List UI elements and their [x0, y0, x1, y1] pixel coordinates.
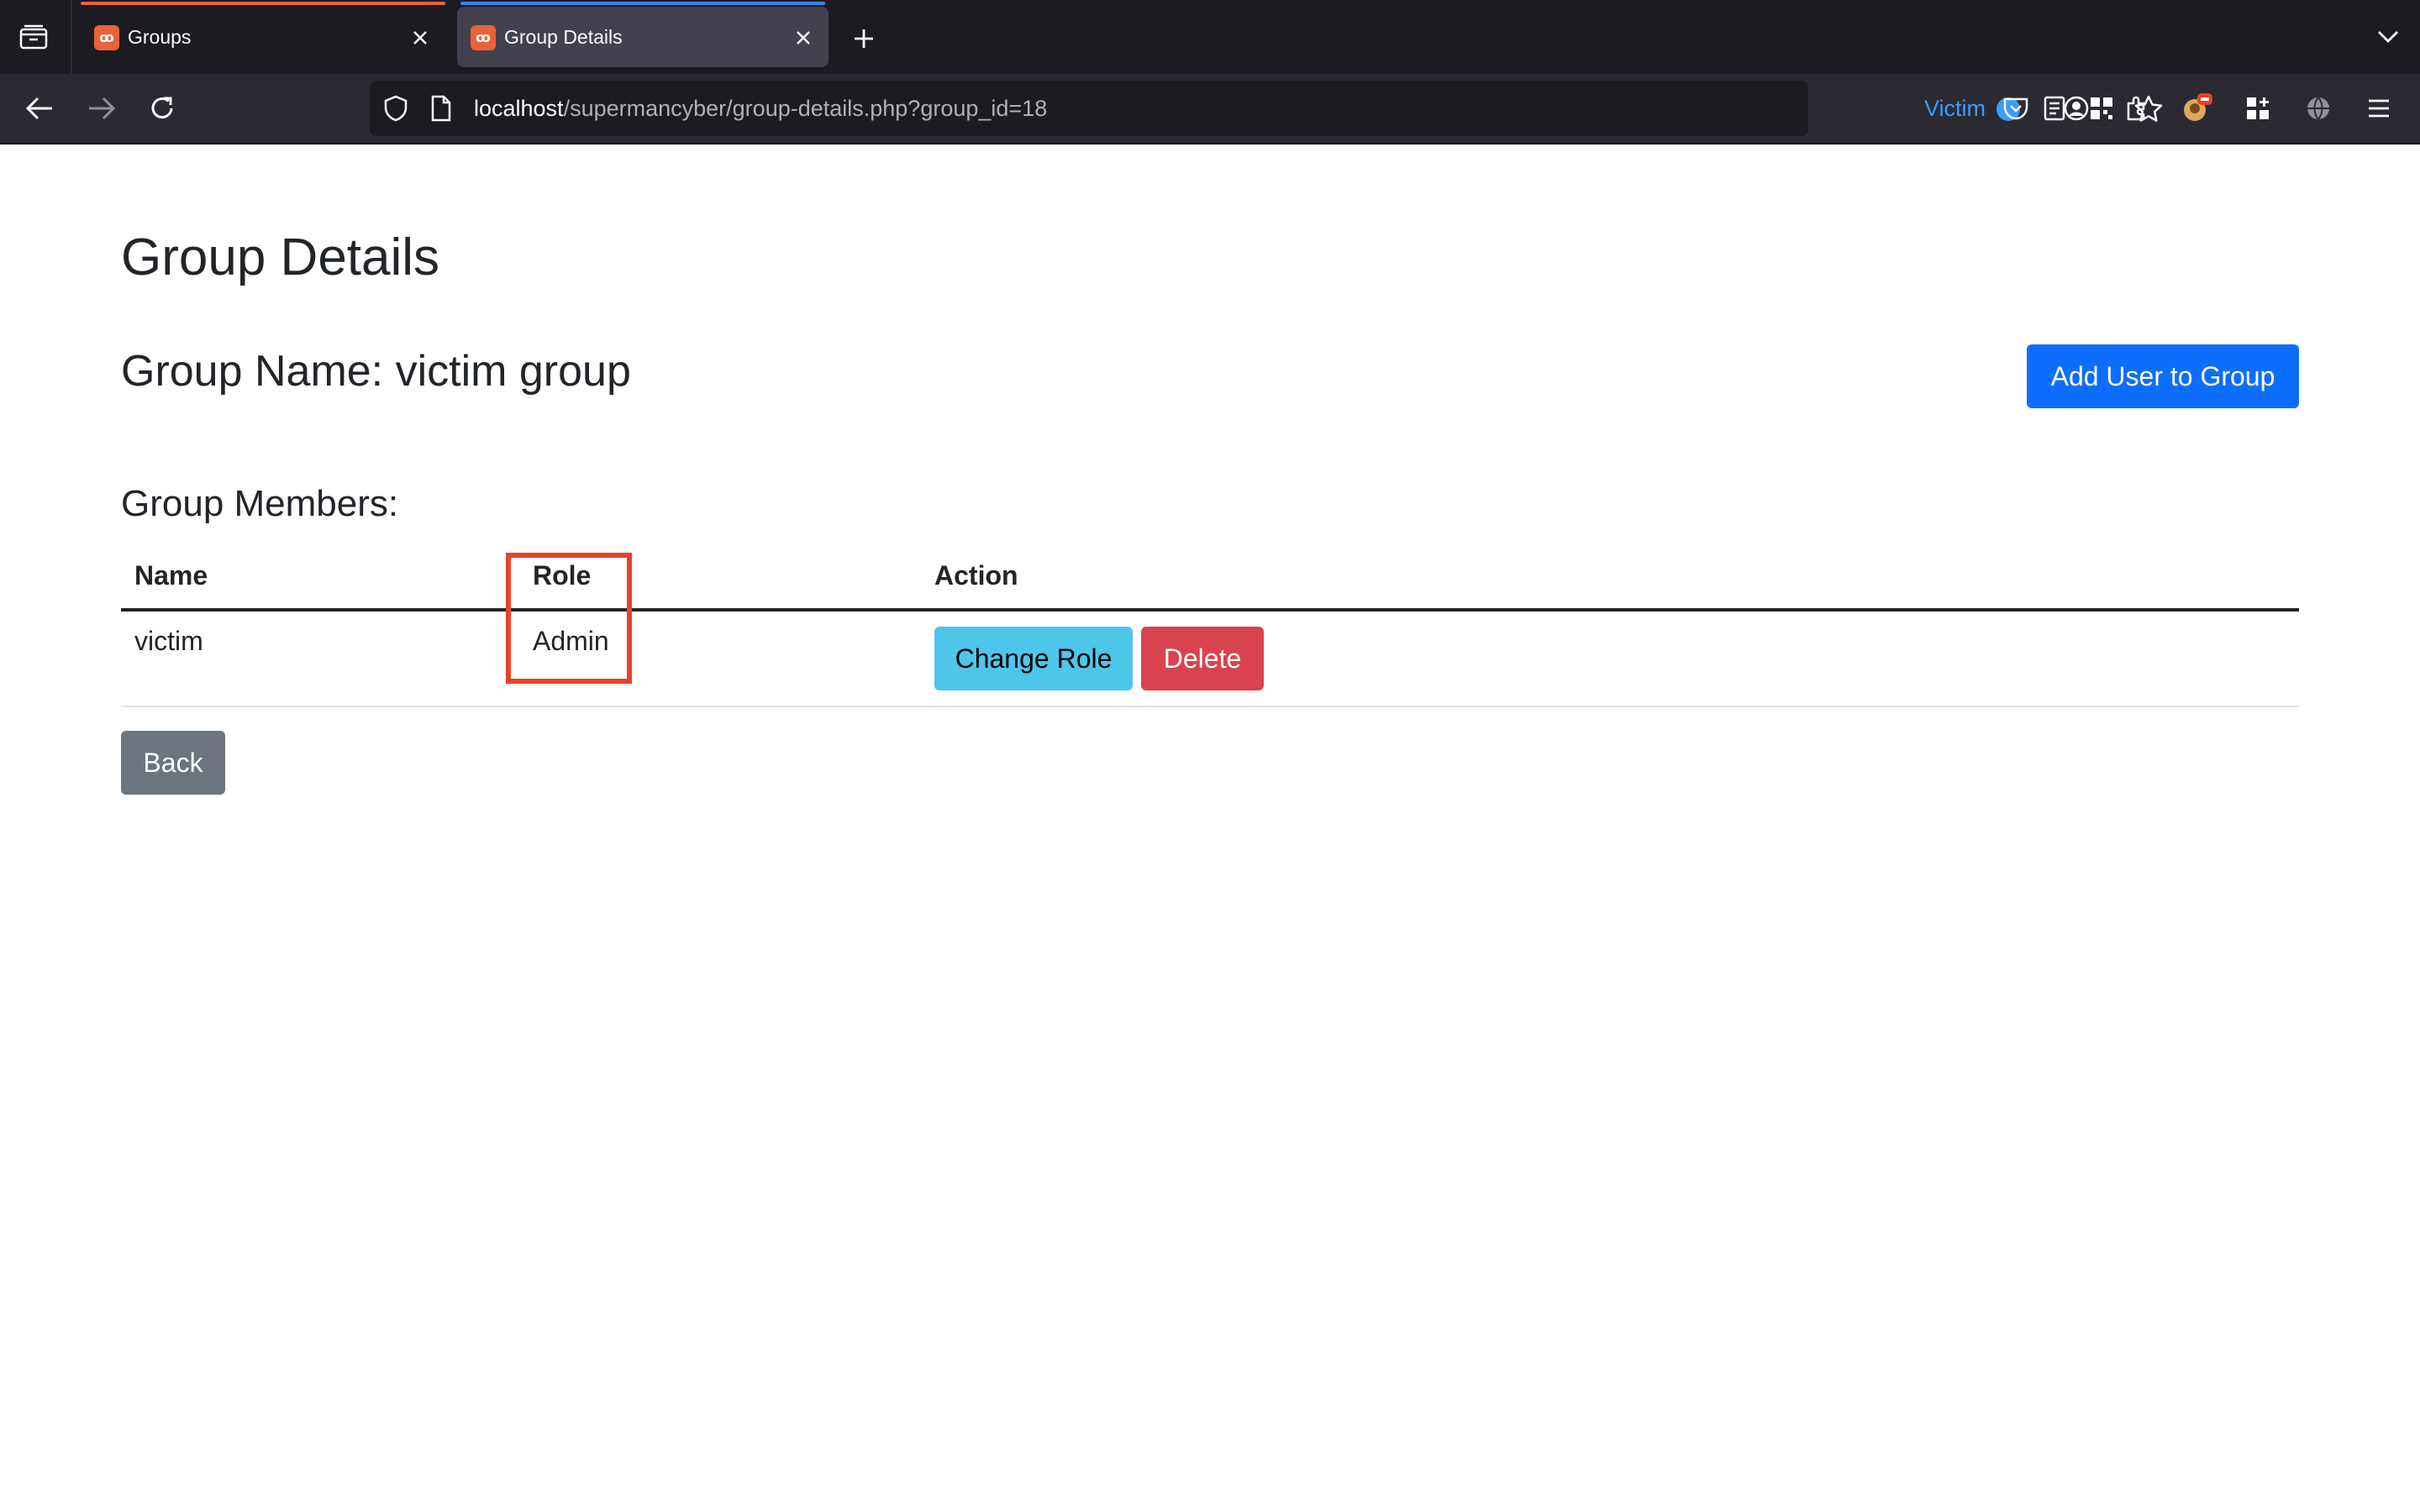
header-name: Name	[134, 560, 208, 591]
back-button[interactable]: Back	[121, 731, 225, 795]
delete-button[interactable]: Delete	[1141, 627, 1264, 690]
url-text[interactable]: localhost/supermancyber/group-details.ph…	[474, 81, 1047, 136]
shield-icon[interactable]	[381, 94, 410, 123]
tab-title: Group Details	[504, 26, 623, 48]
tab-list-icon[interactable]	[15, 20, 52, 54]
grid-plus-icon[interactable]	[2238, 89, 2277, 128]
xampp-favicon-icon: ꝏ	[471, 25, 496, 50]
tab-groups[interactable]: ꝏ Groups	[81, 2, 445, 67]
table-header-row: Name Role Action	[121, 546, 2299, 612]
change-role-button[interactable]: Change Role	[934, 627, 1133, 690]
table-row: victim Admin Change Role Delete	[121, 612, 2299, 707]
member-name: victim	[134, 626, 203, 656]
tab-separator	[71, 0, 72, 74]
url-bar[interactable]: localhost/supermancyber/group-details.ph…	[370, 81, 2163, 136]
account-icon[interactable]	[2057, 89, 2096, 128]
chevron-down-icon	[2378, 31, 2398, 43]
close-icon[interactable]	[790, 24, 817, 51]
role-highlight-box	[506, 553, 632, 684]
page-title: Group Details	[121, 228, 440, 286]
container-label[interactable]: Victim	[1924, 81, 1986, 136]
page-icon[interactable]	[427, 94, 455, 123]
browser-nav-bar: localhost/supermancyber/group-details.ph…	[0, 74, 2420, 144]
tab-indicator	[81, 2, 445, 5]
tab-group-details[interactable]: ꝏ Group Details	[457, 2, 829, 67]
pocket-icon[interactable]	[1996, 89, 2035, 128]
group-members-heading: Group Members:	[121, 483, 399, 524]
new-tab-button[interactable]	[845, 20, 882, 57]
browser-tab-bar: ꝏ Groups ꝏ Group Details	[0, 0, 2420, 74]
url-host: localhost	[474, 96, 564, 121]
close-icon[interactable]	[407, 24, 434, 51]
extensions-puzzle-icon[interactable]	[2118, 89, 2156, 128]
plus-icon	[855, 29, 873, 48]
xampp-favicon-icon: ꝏ	[94, 25, 119, 50]
globe-icon[interactable]	[2299, 89, 2338, 128]
extension-avatar-icon[interactable]	[2178, 89, 2217, 128]
url-path: /supermancyber/group-details.php?group_i…	[563, 96, 1048, 121]
list-all-tabs-button[interactable]	[2370, 20, 2407, 54]
header-action: Action	[934, 560, 1018, 591]
group-name-heading: Group Name: victim group	[121, 347, 631, 396]
members-table: Name Role Action victim Admin Change Rol…	[121, 546, 2299, 707]
forward-arrow-icon[interactable]	[81, 87, 123, 129]
tab-indicator	[460, 2, 825, 5]
add-user-to-group-button[interactable]: Add User to Group	[2027, 344, 2299, 408]
hamburger-menu-icon[interactable]	[2360, 89, 2398, 128]
reload-icon[interactable]	[141, 87, 183, 129]
tab-title: Groups	[128, 26, 192, 48]
back-arrow-icon[interactable]	[18, 87, 60, 129]
